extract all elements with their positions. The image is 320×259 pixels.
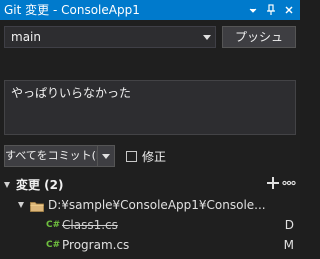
expand-triangle-icon[interactable] — [4, 182, 10, 188]
commit-options-dropdown[interactable] — [97, 145, 115, 167]
commit-message-input[interactable]: やっぱりいらなかった — [4, 80, 296, 135]
chevron-down-icon — [203, 35, 211, 40]
csharp-file-icon: C# — [46, 240, 61, 250]
file-name: Program.cs — [62, 238, 130, 252]
more-options-icon[interactable] — [282, 176, 296, 195]
folder-row[interactable]: D:¥sample¥ConsoleApp1¥Console... — [18, 196, 296, 214]
git-changes-panel: Git 変更 - ConsoleApp1 main プッシュ やっぱりいらなかっ… — [0, 0, 300, 259]
changes-actions — [266, 176, 296, 194]
close-icon[interactable] — [280, 0, 298, 20]
changes-section-header[interactable]: 変更 (2) — [4, 176, 296, 194]
file-status: D — [284, 218, 294, 232]
checkbox-box[interactable] — [126, 150, 137, 162]
commit-all-button[interactable]: すべてをコミット(I) — [4, 145, 103, 167]
folder-path: D:¥sample¥ConsoleApp1¥Console... — [48, 198, 266, 212]
file-name: Class1.cs — [62, 218, 118, 232]
branch-select[interactable]: main — [4, 26, 216, 48]
amend-label: 修正 — [142, 149, 167, 164]
csharp-file-icon: C# — [46, 220, 61, 230]
push-button[interactable]: プッシュ — [222, 26, 296, 48]
changes-count-label: 変更 (2) — [16, 178, 64, 192]
window-title: Git 変更 - ConsoleApp1 — [4, 3, 140, 17]
stage-all-plus-icon[interactable] — [266, 176, 280, 195]
file-row[interactable]: C# Class1.cs D — [46, 216, 296, 234]
chevron-down-icon — [102, 154, 110, 159]
expand-triangle-icon[interactable] — [18, 202, 24, 208]
window-menu-chevron-icon[interactable] — [244, 0, 262, 20]
title-bar-actions — [244, 0, 298, 20]
branch-name: main — [11, 30, 41, 44]
file-status: M — [283, 238, 294, 252]
pin-icon[interactable] — [262, 0, 280, 20]
title-bar: Git 変更 - ConsoleApp1 — [0, 0, 300, 20]
folder-icon — [30, 199, 44, 212]
file-row[interactable]: C# Program.cs M — [46, 236, 296, 254]
amend-checkbox[interactable]: 修正 — [126, 148, 166, 164]
